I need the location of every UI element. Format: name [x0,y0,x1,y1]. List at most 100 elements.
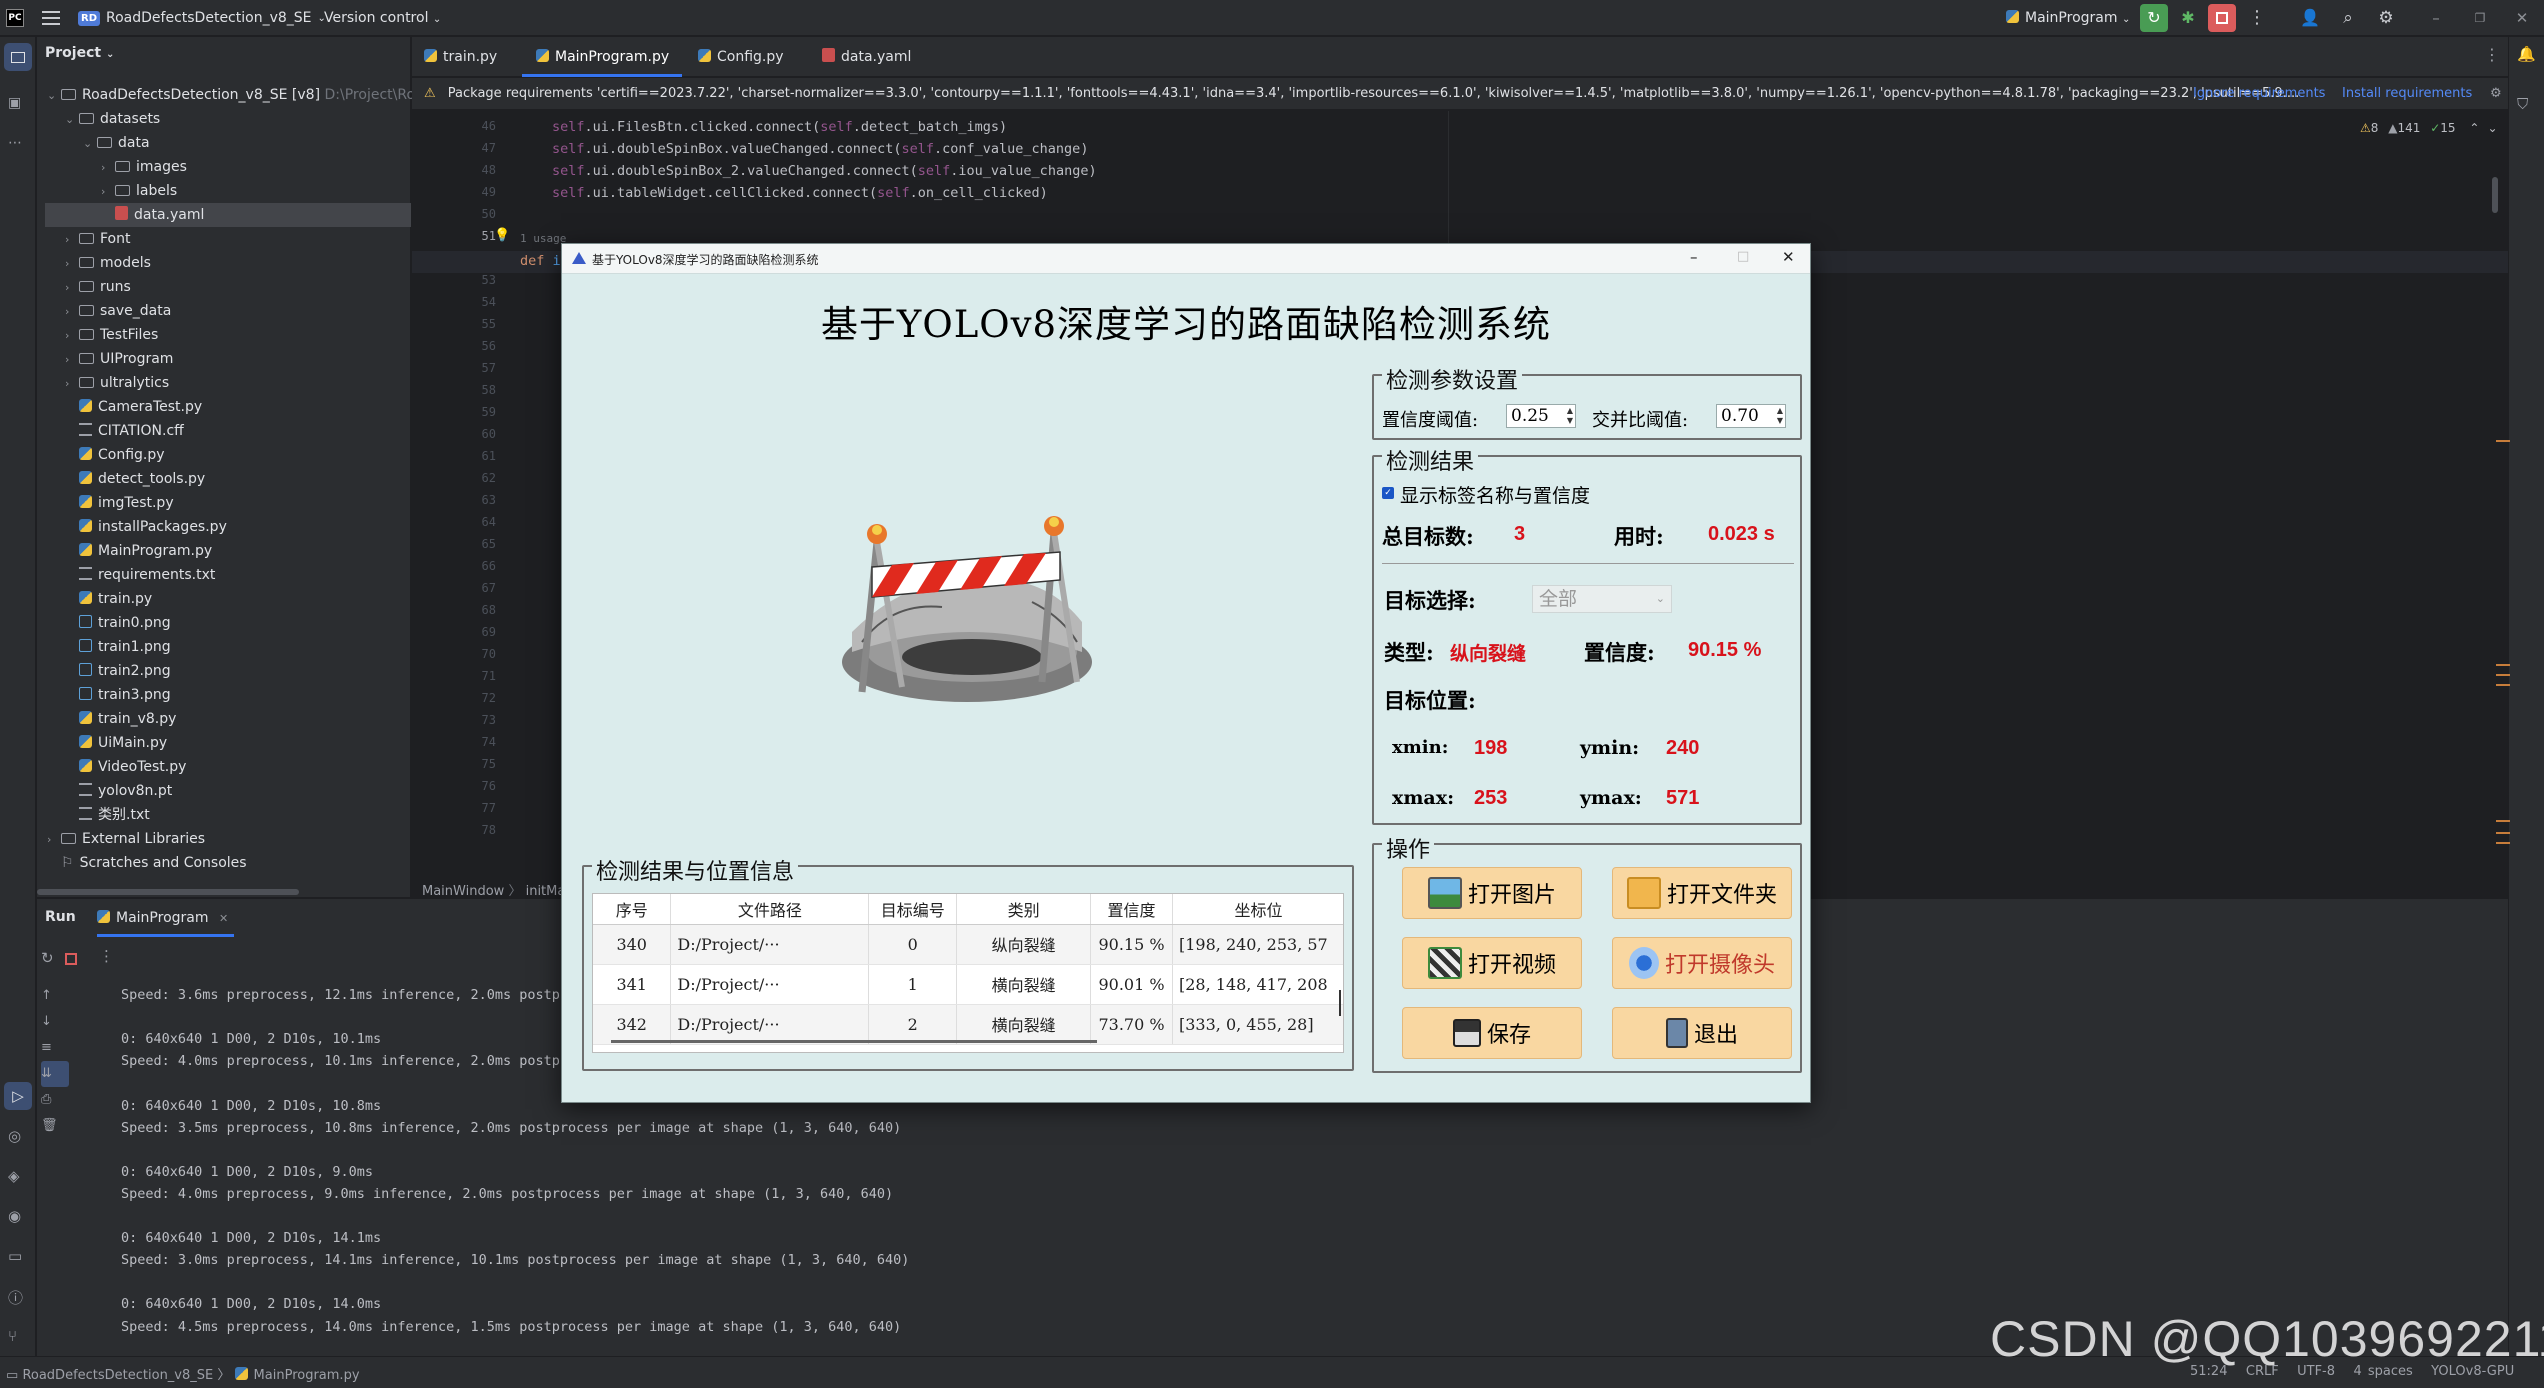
tree-item[interactable]: train_v8.py [65,707,176,731]
tree-item[interactable]: › models [65,251,151,275]
rerun-icon[interactable]: ↻ [41,949,54,967]
table-cell[interactable]: 342 [593,1004,672,1045]
tab-train-py[interactable]: train.py [424,37,497,77]
project-widget[interactable]: RD RoadDefectsDetection_v8_SE ⌄ [78,6,326,30]
tree-item[interactable]: CITATION.cff [65,419,184,443]
soft-wrap-icon[interactable]: ≡ [41,1035,69,1061]
table-cell[interactable]: 横向裂缝 [956,964,1092,1005]
debug-icon[interactable]: ✱ [2176,6,2200,30]
git-icon[interactable]: ⑂ [8,1327,17,1345]
tree-item[interactable]: ⌄ data [83,131,150,155]
breadcrumb-item[interactable]: MainWindow [422,884,504,899]
problems-icon[interactable]: ⓘ [8,1287,23,1308]
show-labels-label[interactable]: 显示标签名称与置信度 [1400,481,1590,508]
tree-item[interactable]: › runs [65,275,131,299]
table-cell[interactable]: 340 [593,924,672,965]
table-row[interactable]: 342 D:/Project/··· 2 横向裂缝 73.70 % [333, 0, 45… [593,1004,1343,1045]
services-icon[interactable]: ◉ [8,1207,21,1225]
open-image-button[interactable]: 打开图片 [1402,867,1582,919]
close-icon[interactable]: ✕ [2512,6,2532,30]
table-cell[interactable]: D:/Project/··· [670,1004,870,1045]
table-cell[interactable]: [28, 148, 417, 208 [1172,964,1343,1005]
ignore-requirements-link[interactable]: Ignore requirements [2193,78,2325,109]
run-tab-title[interactable]: Run [45,909,76,925]
tree-item[interactable]: › ultralytics [65,371,169,395]
tree-item[interactable]: › images [101,155,187,179]
close-icon[interactable]: ✕ [1782,248,1795,266]
show-labels-checkbox[interactable]: ✓ [1382,487,1394,499]
open-video-button[interactable]: 打开视频 [1402,937,1582,989]
maximize-icon[interactable]: □ [1737,249,1749,264]
version-control-widget[interactable]: Version control ⌄ [324,6,441,30]
status-crumb-file[interactable]: MainProgram.py [254,1368,360,1383]
tree-item[interactable]: ⌄ datasets [65,107,160,131]
run-config-selector[interactable]: MainProgram ⌄ [2006,6,2130,30]
horizontal-scrollbar[interactable] [37,889,299,895]
table-cell[interactable]: D:/Project/··· [670,924,870,965]
run-config-tab[interactable]: MainProgram ✕ [97,899,235,937]
chevron-down-icon[interactable]: ⌄ [83,132,97,156]
table-horizontal-scrollbar[interactable] [611,1040,1097,1043]
table-row[interactable]: 341 D:/Project/··· 1 横向裂缝 90.01 % [28, 148, 4… [593,964,1343,1005]
table-cell[interactable]: 2 [868,1004,958,1045]
spin-arrows-icon[interactable]: ▲ ▼ [1777,406,1783,426]
arrow-down-icon[interactable]: ↓ [41,1009,69,1035]
table-cell[interactable]: [333, 0, 455, 28] [1172,1004,1343,1045]
restore-icon[interactable]: ❐ [2470,6,2490,30]
table-cell[interactable]: D:/Project/··· [670,964,870,1005]
lightbulb-icon[interactable]: 💡 [494,228,510,243]
table-cell[interactable]: 90.15 % [1090,924,1173,965]
stop-button[interactable] [2208,4,2236,32]
chevron-right-icon[interactable]: › [65,300,79,324]
tree-item[interactable]: train1.png [65,635,171,659]
main-menu-icon[interactable] [42,8,60,26]
tree-item[interactable]: yolov8n.pt [65,779,172,803]
table-cell[interactable]: 1 [868,964,958,1005]
open-camera-button[interactable]: 打开摄像头 [1612,937,1792,989]
tree-item[interactable]: MainProgram.py [65,539,212,563]
chevron-down-icon[interactable]: ⌄ [65,108,79,132]
more-actions-icon[interactable]: ⋮ [99,947,114,965]
tree-item[interactable]: VideoTest.py [65,755,186,779]
more-tools-icon[interactable]: ⋯ [8,135,28,155]
minimize-icon[interactable]: – [1690,248,1698,266]
tab-mainprogram-py[interactable]: MainProgram.py [522,37,682,77]
search-icon[interactable]: ⌕ [2336,6,2360,30]
notifications-icon[interactable]: 🔔 [2517,45,2536,63]
editor-scrollbar[interactable] [2492,177,2498,213]
iou-threshold-spinbox[interactable]: 0.70 ▲ ▼ [1716,404,1786,428]
table-header-cell[interactable]: 文件路径 [670,894,870,925]
layers-icon[interactable]: ◈ [8,1167,20,1185]
terminal-icon[interactable]: ▭ [8,1247,22,1265]
chevron-right-icon[interactable]: › [65,324,79,348]
trash-icon[interactable]: 🗑 [41,1113,69,1139]
table-cell[interactable]: [198, 240, 253, 57 [1172,924,1343,965]
gear-icon[interactable]: ⚙ [2490,78,2502,109]
table-cell[interactable]: 73.70 % [1090,1004,1173,1045]
exit-button[interactable]: 退出 [1612,1007,1792,1059]
chevron-right-icon[interactable]: › [65,252,79,276]
arrow-up-icon[interactable]: ↑ [41,983,69,1009]
run-tool-icon[interactable]: ▷ [4,1082,32,1110]
table-cell[interactable]: 0 [868,924,958,965]
install-requirements-link[interactable]: Install requirements [2342,78,2472,109]
breadcrumb-item[interactable]: initMa [526,884,566,899]
account-icon[interactable]: 👤 [2298,6,2322,30]
tree-item[interactable]: UiMain.py [65,731,167,755]
tree-item[interactable]: requirements.txt [65,563,215,587]
inspection-widget[interactable]: ⚠8 ▲141 ✓15 ⌃ ⌄ [2360,121,2498,135]
table-header-cell[interactable]: 坐标位 [1172,894,1343,925]
tree-item[interactable]: › TestFiles [65,323,158,347]
close-icon[interactable]: ✕ [219,912,228,925]
minimize-icon[interactable]: – [2426,6,2446,30]
tree-item[interactable]: 类别.txt [65,803,150,827]
spin-arrows-icon[interactable]: ▲ ▼ [1567,406,1573,426]
table-header-cell[interactable]: 类别 [956,894,1092,925]
tree-item[interactable]: Config.py [65,443,165,467]
chevron-right-icon[interactable]: › [65,228,79,252]
tab-config-py[interactable]: Config.py [698,37,784,77]
print-icon[interactable]: ⎙ [41,1087,69,1113]
tree-item[interactable]: imgTest.py [65,491,174,515]
tree-item[interactable]: › Font [65,227,130,251]
chevron-down-icon[interactable]: ⌄ [2487,121,2497,135]
